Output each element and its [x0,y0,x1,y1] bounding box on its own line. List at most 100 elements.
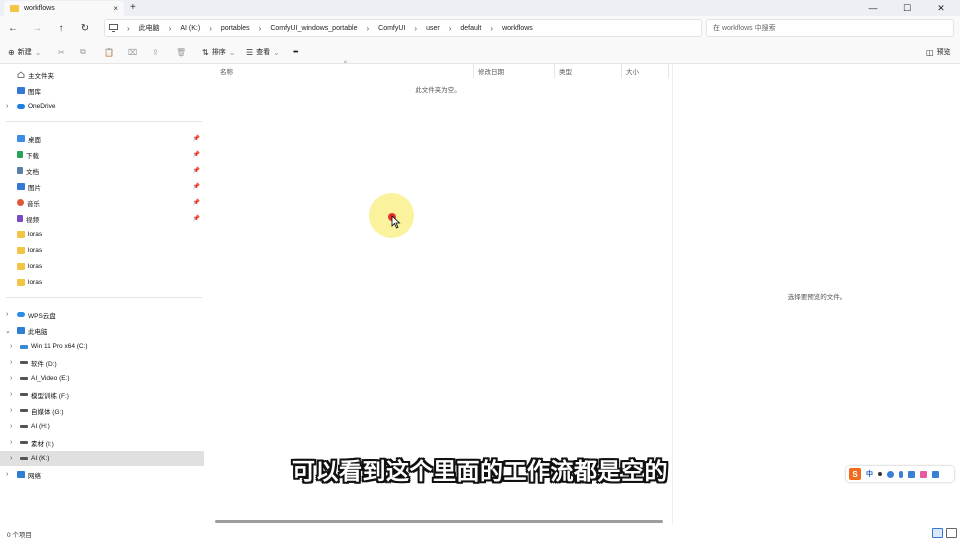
chevron-right-icon: › [10,343,13,350]
new-tab-button[interactable]: + [130,2,136,13]
sidebar-item-loras[interactable]: loras [0,259,204,274]
drive-icon [20,361,28,364]
close-button[interactable]: ✕ [924,0,958,16]
sidebar-item-drive-i[interactable]: › 素材 (I:) [0,435,204,450]
sidebar-item-desktop[interactable]: 桌面 📌 [0,131,204,146]
chevron-right-icon: › [127,23,130,33]
breadcrumb-item[interactable]: portables [221,25,250,32]
breadcrumb-item[interactable]: ComfyUI [378,25,405,32]
sidebar-item-loras[interactable]: loras [0,243,204,258]
chevron-right-icon: › [168,23,172,33]
ime-language-toggle[interactable]: 中 [866,469,873,479]
column-divider[interactable] [621,64,622,78]
search-input[interactable]: 在 workflows 中搜索 [706,19,954,37]
refresh-button[interactable]: ↻ [78,21,92,35]
horizontal-scrollbar[interactable] [215,520,663,523]
empty-folder-message: 此文件夹为空。 [415,87,461,94]
back-button[interactable]: ← [6,21,20,35]
share-icon[interactable]: ⇪ [152,46,159,58]
more-options-button[interactable]: ••• [293,46,298,58]
delete-icon[interactable]: 🗑 [176,46,186,58]
address-bar[interactable]: › 此电脑 › AI (K:) › portables › ComfyUI_wi… [104,19,702,37]
column-divider[interactable] [554,64,555,78]
sidebar-item-downloads[interactable]: 下载 📌 [0,147,204,162]
sidebar-item-pictures[interactable]: 图片 📌 [0,179,204,194]
folder-icon [17,231,25,238]
chevron-right-icon: › [414,23,418,33]
sidebar-item-wps[interactable]: › WPS云盘 [0,307,204,322]
copy-icon[interactable]: ⧉ [80,46,86,58]
chevron-right-icon: › [6,103,9,110]
column-divider[interactable] [668,64,669,78]
sidebar-item-loras[interactable]: loras [0,275,204,290]
drive-icon [20,425,28,428]
sidebar-item-drive-f[interactable]: › 模型训练 (F:) [0,387,204,402]
cut-icon[interactable]: ✂ [58,46,65,58]
toolbox-icon[interactable] [932,470,939,478]
chevron-right-icon: › [10,391,13,398]
sort-button[interactable]: ⇅ 排序 ⌄ [202,46,235,58]
paste-icon[interactable]: 📋 [104,46,114,58]
column-header-date[interactable]: 修改日期 [478,64,504,78]
emoji-icon[interactable] [887,470,894,478]
keyboard-icon[interactable] [908,470,915,478]
tab-workflows[interactable]: workflows × [4,1,124,16]
tab-close-button[interactable]: × [113,4,118,13]
breadcrumb: › 此电脑 › AI (K:) › portables › ComfyUI_wi… [118,23,533,33]
column-header-type[interactable]: 类型 [559,64,572,78]
punctuation-icon[interactable] [878,472,882,476]
chevron-right-icon: › [258,23,262,33]
minimize-button[interactable]: — [856,0,890,16]
sidebar-item-gallery[interactable]: 图库 [0,83,204,98]
sidebar-item-label: 模型训练 (F:) [31,392,69,400]
sidebar-item-drive-g[interactable]: › 自媒体 (G:) [0,403,204,418]
sidebar-item-label: 图片 [28,184,41,192]
rename-icon[interactable]: ⌧ [128,46,137,58]
forward-button[interactable]: → [30,21,44,35]
sidebar-item-loras[interactable]: loras [0,227,204,242]
tiles-view-icon[interactable] [946,528,957,538]
microphone-icon[interactable] [899,470,903,478]
preview-button[interactable]: ◫ 预览 [926,46,951,58]
sidebar-item-drive-c[interactable]: › Win 11 Pro x64 (C:) [0,339,204,354]
view-label: 查看 [256,49,271,56]
up-button[interactable]: ↑ [54,21,68,35]
sidebar-item-label: 下载 [26,152,39,160]
column-header-size[interactable]: 大小 [626,64,639,78]
sort-arrow-icon: ^ [344,61,347,67]
skin-icon[interactable] [920,470,927,478]
sidebar-item-home[interactable]: 主文件夹 [0,67,204,82]
column-divider[interactable] [473,64,474,78]
breadcrumb-item[interactable]: default [460,25,481,32]
sidebar-item-documents[interactable]: 文档 📌 [0,163,204,178]
cloud-icon [17,312,25,317]
sidebar-item-label: 主文件夹 [28,72,54,80]
new-button[interactable]: ⊕ 新建 ⌄ [8,46,41,58]
sidebar-item-label: loras [28,247,43,254]
sidebar-item-label: WPS云盘 [28,312,56,320]
breadcrumb-item[interactable]: user [426,25,440,32]
plus-circle-icon: ⊕ [8,47,15,57]
column-header-name[interactable]: 名称 [220,64,233,78]
sidebar-item-music[interactable]: 音乐 📌 [0,195,204,210]
sogou-logo-icon[interactable]: S [849,468,861,480]
monitor-icon [109,24,118,32]
desktop-icon [17,135,25,142]
sidebar-item-onedrive[interactable]: › OneDrive [0,99,204,114]
divider [6,297,202,298]
drive-icon [20,393,28,396]
breadcrumb-item[interactable]: 此电脑 [139,23,160,33]
breadcrumb-item[interactable]: workflows [502,25,533,32]
chevron-right-icon: › [366,23,370,33]
view-button[interactable]: ☰ 查看 ⌄ [246,46,280,58]
sidebar-item-videos[interactable]: 视频 📌 [0,211,204,226]
maximize-button[interactable]: ☐ [890,0,924,16]
details-view-icon[interactable] [932,528,943,538]
sidebar-item-label: AI (H:) [31,423,50,430]
breadcrumb-item[interactable]: AI (K:) [180,25,200,32]
sidebar-item-drive-e[interactable]: › AI_Video (E:) [0,371,204,386]
sidebar-item-drive-d[interactable]: › 软件 (D:) [0,355,204,370]
breadcrumb-item[interactable]: ComfyUI_windows_portable [270,25,357,32]
sidebar-item-this-pc[interactable]: ⌄ 此电脑 [0,323,204,338]
sidebar-item-drive-h[interactable]: › AI (H:) [0,419,204,434]
